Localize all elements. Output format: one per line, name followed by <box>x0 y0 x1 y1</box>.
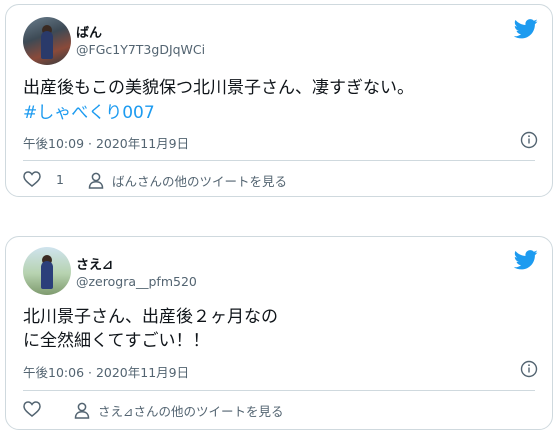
tweet-text-line-2: に全然細くてすごい！！ <box>23 331 210 351</box>
info-icon[interactable] <box>520 360 538 378</box>
tweet-card[interactable]: ばん @FGc1Y7T3gDJqWCi 出産後もこの美貌保つ北川景子さん、凄すぎ… <box>5 4 553 197</box>
divider <box>23 390 535 391</box>
author-handle[interactable]: @FGc1Y7T3gDJqWCi <box>76 42 205 57</box>
avatar[interactable] <box>23 17 71 65</box>
heart-icon <box>23 171 41 187</box>
like-button[interactable] <box>23 401 49 417</box>
profile-link-label[interactable]: さえ⊿さんの他のツイートを見る <box>98 401 283 420</box>
tweet-timestamp[interactable]: 午後10:09 · 2020年11月9日 <box>23 133 189 152</box>
divider <box>23 160 535 161</box>
tweet-body: 出産後もこの美貌保つ北川景子さん、凄すぎない。 <box>23 78 414 98</box>
hashtag-link[interactable]: #しゃべくり007 <box>23 101 155 125</box>
tweet-text: 出産後もこの美貌保つ北川景子さん、凄すぎない。 <box>23 76 414 100</box>
like-button[interactable]: 1 <box>23 171 64 187</box>
tweet-timestamp[interactable]: 午後10:06 · 2020年11月9日 <box>23 362 189 381</box>
view-profile-link[interactable]: さえ⊿さんの他のツイートを見る <box>74 401 283 420</box>
info-icon[interactable] <box>520 131 538 149</box>
author-handle[interactable]: @zerogra__pfm520 <box>76 274 197 289</box>
twitter-bird-icon[interactable] <box>514 250 538 270</box>
person-icon <box>88 172 104 189</box>
tweet-text-line-1: 北川景子さん、出産後２ヶ月なの <box>23 307 278 327</box>
twitter-bird-icon[interactable] <box>514 19 538 39</box>
author-name[interactable]: さえ⊿ <box>76 254 113 273</box>
author-name[interactable]: ばん <box>76 22 102 41</box>
tweet-card[interactable]: さえ⊿ @zerogra__pfm520 北川景子さん、出産後２ヶ月なの に全然… <box>5 236 553 430</box>
heart-icon <box>23 401 41 417</box>
person-icon <box>74 402 90 419</box>
like-count: 1 <box>56 171 64 187</box>
view-profile-link[interactable]: ばんさんの他のツイートを見る <box>88 171 287 190</box>
profile-link-label[interactable]: ばんさんの他のツイートを見る <box>112 171 287 190</box>
avatar[interactable] <box>23 247 71 295</box>
